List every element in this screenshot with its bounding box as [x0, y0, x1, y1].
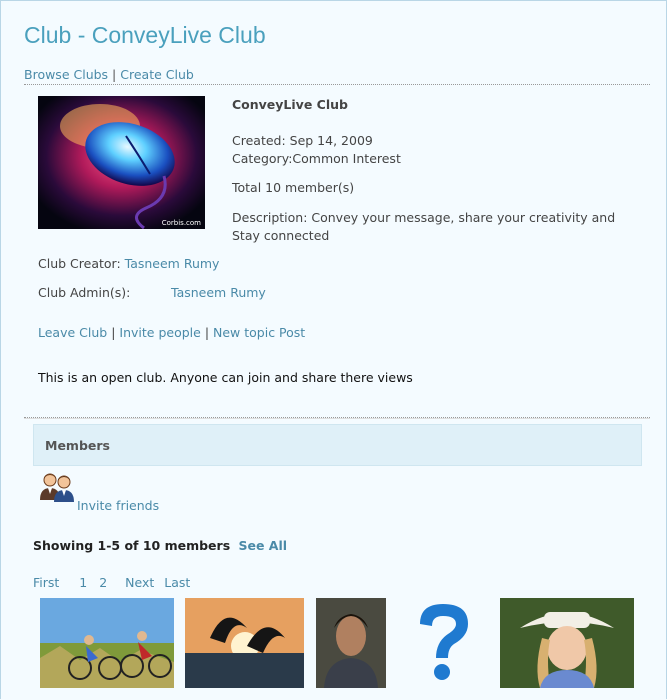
pager-first[interactable]: First: [33, 575, 59, 590]
divider: [24, 417, 650, 419]
club-actions: Leave Club | Invite people | New topic P…: [38, 325, 305, 340]
pagination: First 1 2 Next Last: [33, 575, 201, 590]
pager-page-2[interactable]: 2: [99, 575, 107, 590]
category-value: Common Interest: [292, 151, 401, 166]
users-icon[interactable]: [37, 470, 77, 506]
top-nav: Browse Clubs | Create Club: [24, 67, 194, 82]
creator-link[interactable]: Tasneem Rumy: [125, 256, 220, 271]
page-title: Club - ConveyLive Club: [24, 22, 266, 48]
club-category: Category:Common Interest: [232, 151, 401, 166]
pager-last[interactable]: Last: [164, 575, 190, 590]
members-count: Showing 1-5 of 10 members See All: [33, 538, 287, 553]
club-creator-row: Club Creator: Tasneem Rumy: [38, 256, 219, 271]
members-title: Members: [45, 438, 110, 453]
browse-clubs-link[interactable]: Browse Clubs: [24, 67, 108, 82]
admin-label: Club Admin(s):: [38, 285, 131, 300]
pager-next[interactable]: Next: [125, 575, 154, 590]
club-name: ConveyLive Club: [232, 97, 348, 112]
club-admin-row: Club Admin(s): Tasneem Rumy: [38, 285, 266, 300]
category-label: Category:: [232, 151, 293, 166]
leave-club-link[interactable]: Leave Club: [38, 325, 107, 340]
club-image: Corbis.com: [38, 96, 205, 229]
action-separator: |: [204, 325, 210, 340]
see-all-link[interactable]: See All: [239, 538, 288, 553]
club-created: Created: Sep 14, 2009: [232, 133, 373, 148]
member-photo-dolphins[interactable]: [185, 598, 304, 688]
creator-label: Club Creator:: [38, 256, 121, 271]
member-photo-cyclists[interactable]: [40, 598, 174, 688]
club-member-total: Total 10 member(s): [232, 180, 355, 195]
members-header: Members: [33, 424, 642, 466]
open-club-notice: This is an open club. Anyone can join an…: [38, 370, 413, 385]
divider: [24, 84, 650, 85]
image-caption: Corbis.com: [161, 219, 201, 227]
invite-friends-link[interactable]: Invite friends: [77, 498, 159, 513]
action-separator: |: [111, 325, 116, 340]
member-photo-cowgirl[interactable]: [500, 598, 634, 688]
admin-link[interactable]: Tasneem Rumy: [171, 285, 266, 300]
new-topic-post-link[interactable]: New topic Post: [213, 325, 305, 340]
club-description: Description: Convey your message, share …: [232, 210, 616, 243]
showing-text: Showing 1-5 of 10 members: [33, 538, 231, 553]
member-photo-man[interactable]: [316, 598, 386, 688]
create-club-link[interactable]: Create Club: [120, 67, 194, 82]
nav-separator: |: [112, 67, 117, 82]
pager-page-1[interactable]: 1: [79, 575, 87, 590]
invite-people-link[interactable]: Invite people: [119, 325, 200, 340]
question-mark-avatar-icon[interactable]: [408, 598, 478, 688]
